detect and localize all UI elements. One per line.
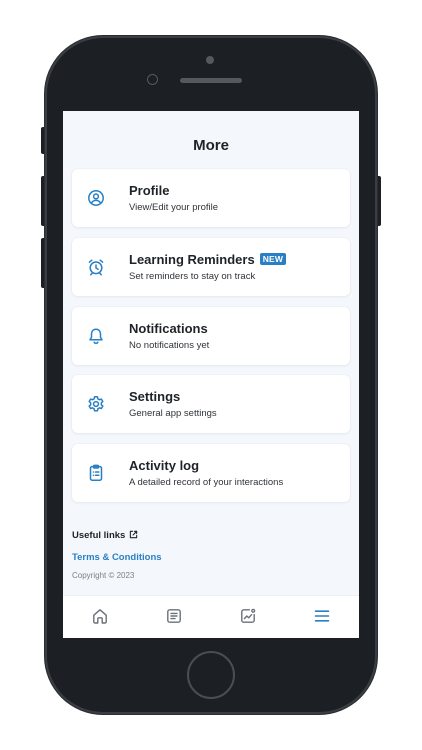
menu-item-title: Profile xyxy=(129,183,170,198)
front-camera xyxy=(147,74,158,85)
menu-item-profile[interactable]: Profile View/Edit your profile xyxy=(72,169,350,227)
menu-item-notifications[interactable]: Notifications No notifications yet xyxy=(72,307,350,365)
alarm-clock-icon xyxy=(86,257,106,277)
menu-icon[interactable] xyxy=(313,607,331,625)
proximity-sensor xyxy=(206,56,214,64)
clipboard-list-icon xyxy=(86,463,106,483)
useful-links-label: Useful links xyxy=(72,530,126,541)
menu-item-subtitle: Set reminders to stay on track xyxy=(129,271,256,282)
external-link-icon xyxy=(129,530,138,542)
menu-item-subtitle: General app settings xyxy=(129,408,217,419)
bottom-navigation xyxy=(63,595,359,638)
copyright-text: Copyright © 2023 xyxy=(72,571,135,580)
menu-item-title: Activity log xyxy=(129,458,200,473)
device-stage: More Profile View/Edit your profile Lear… xyxy=(0,0,422,750)
notes-icon[interactable] xyxy=(165,607,183,625)
menu-item-learning-reminders[interactable]: Learning Reminders NEW Set reminders to s… xyxy=(72,238,350,296)
menu-item-title: Settings xyxy=(129,389,181,404)
menu-item-title: Notifications xyxy=(129,321,208,336)
app-screen: More Profile View/Edit your profile Lear… xyxy=(63,111,359,638)
menu-item-subtitle: No notifications yet xyxy=(129,340,210,351)
page-title: More xyxy=(193,137,229,154)
menu-item-subtitle: View/Edit your profile xyxy=(129,202,219,213)
gear-icon xyxy=(86,394,106,414)
bell-icon xyxy=(86,326,106,346)
useful-links-heading[interactable]: Useful links xyxy=(72,530,138,542)
home-icon[interactable] xyxy=(91,607,109,625)
terms-and-conditions-link[interactable]: Terms & Conditions xyxy=(72,552,162,563)
menu-item-subtitle: A detailed record of your interactions xyxy=(129,477,284,488)
menu-item-activity-log[interactable]: Activity log A detailed record of your i… xyxy=(72,444,350,502)
new-badge: NEW xyxy=(259,253,287,265)
menu-item-settings[interactable]: Settings General app settings xyxy=(72,375,350,433)
home-button[interactable] xyxy=(187,651,235,699)
earpiece-speaker xyxy=(180,78,242,83)
stats-icon[interactable] xyxy=(239,607,257,625)
profile-icon xyxy=(86,188,106,208)
menu-item-title: Learning Reminders NEW xyxy=(129,252,287,267)
